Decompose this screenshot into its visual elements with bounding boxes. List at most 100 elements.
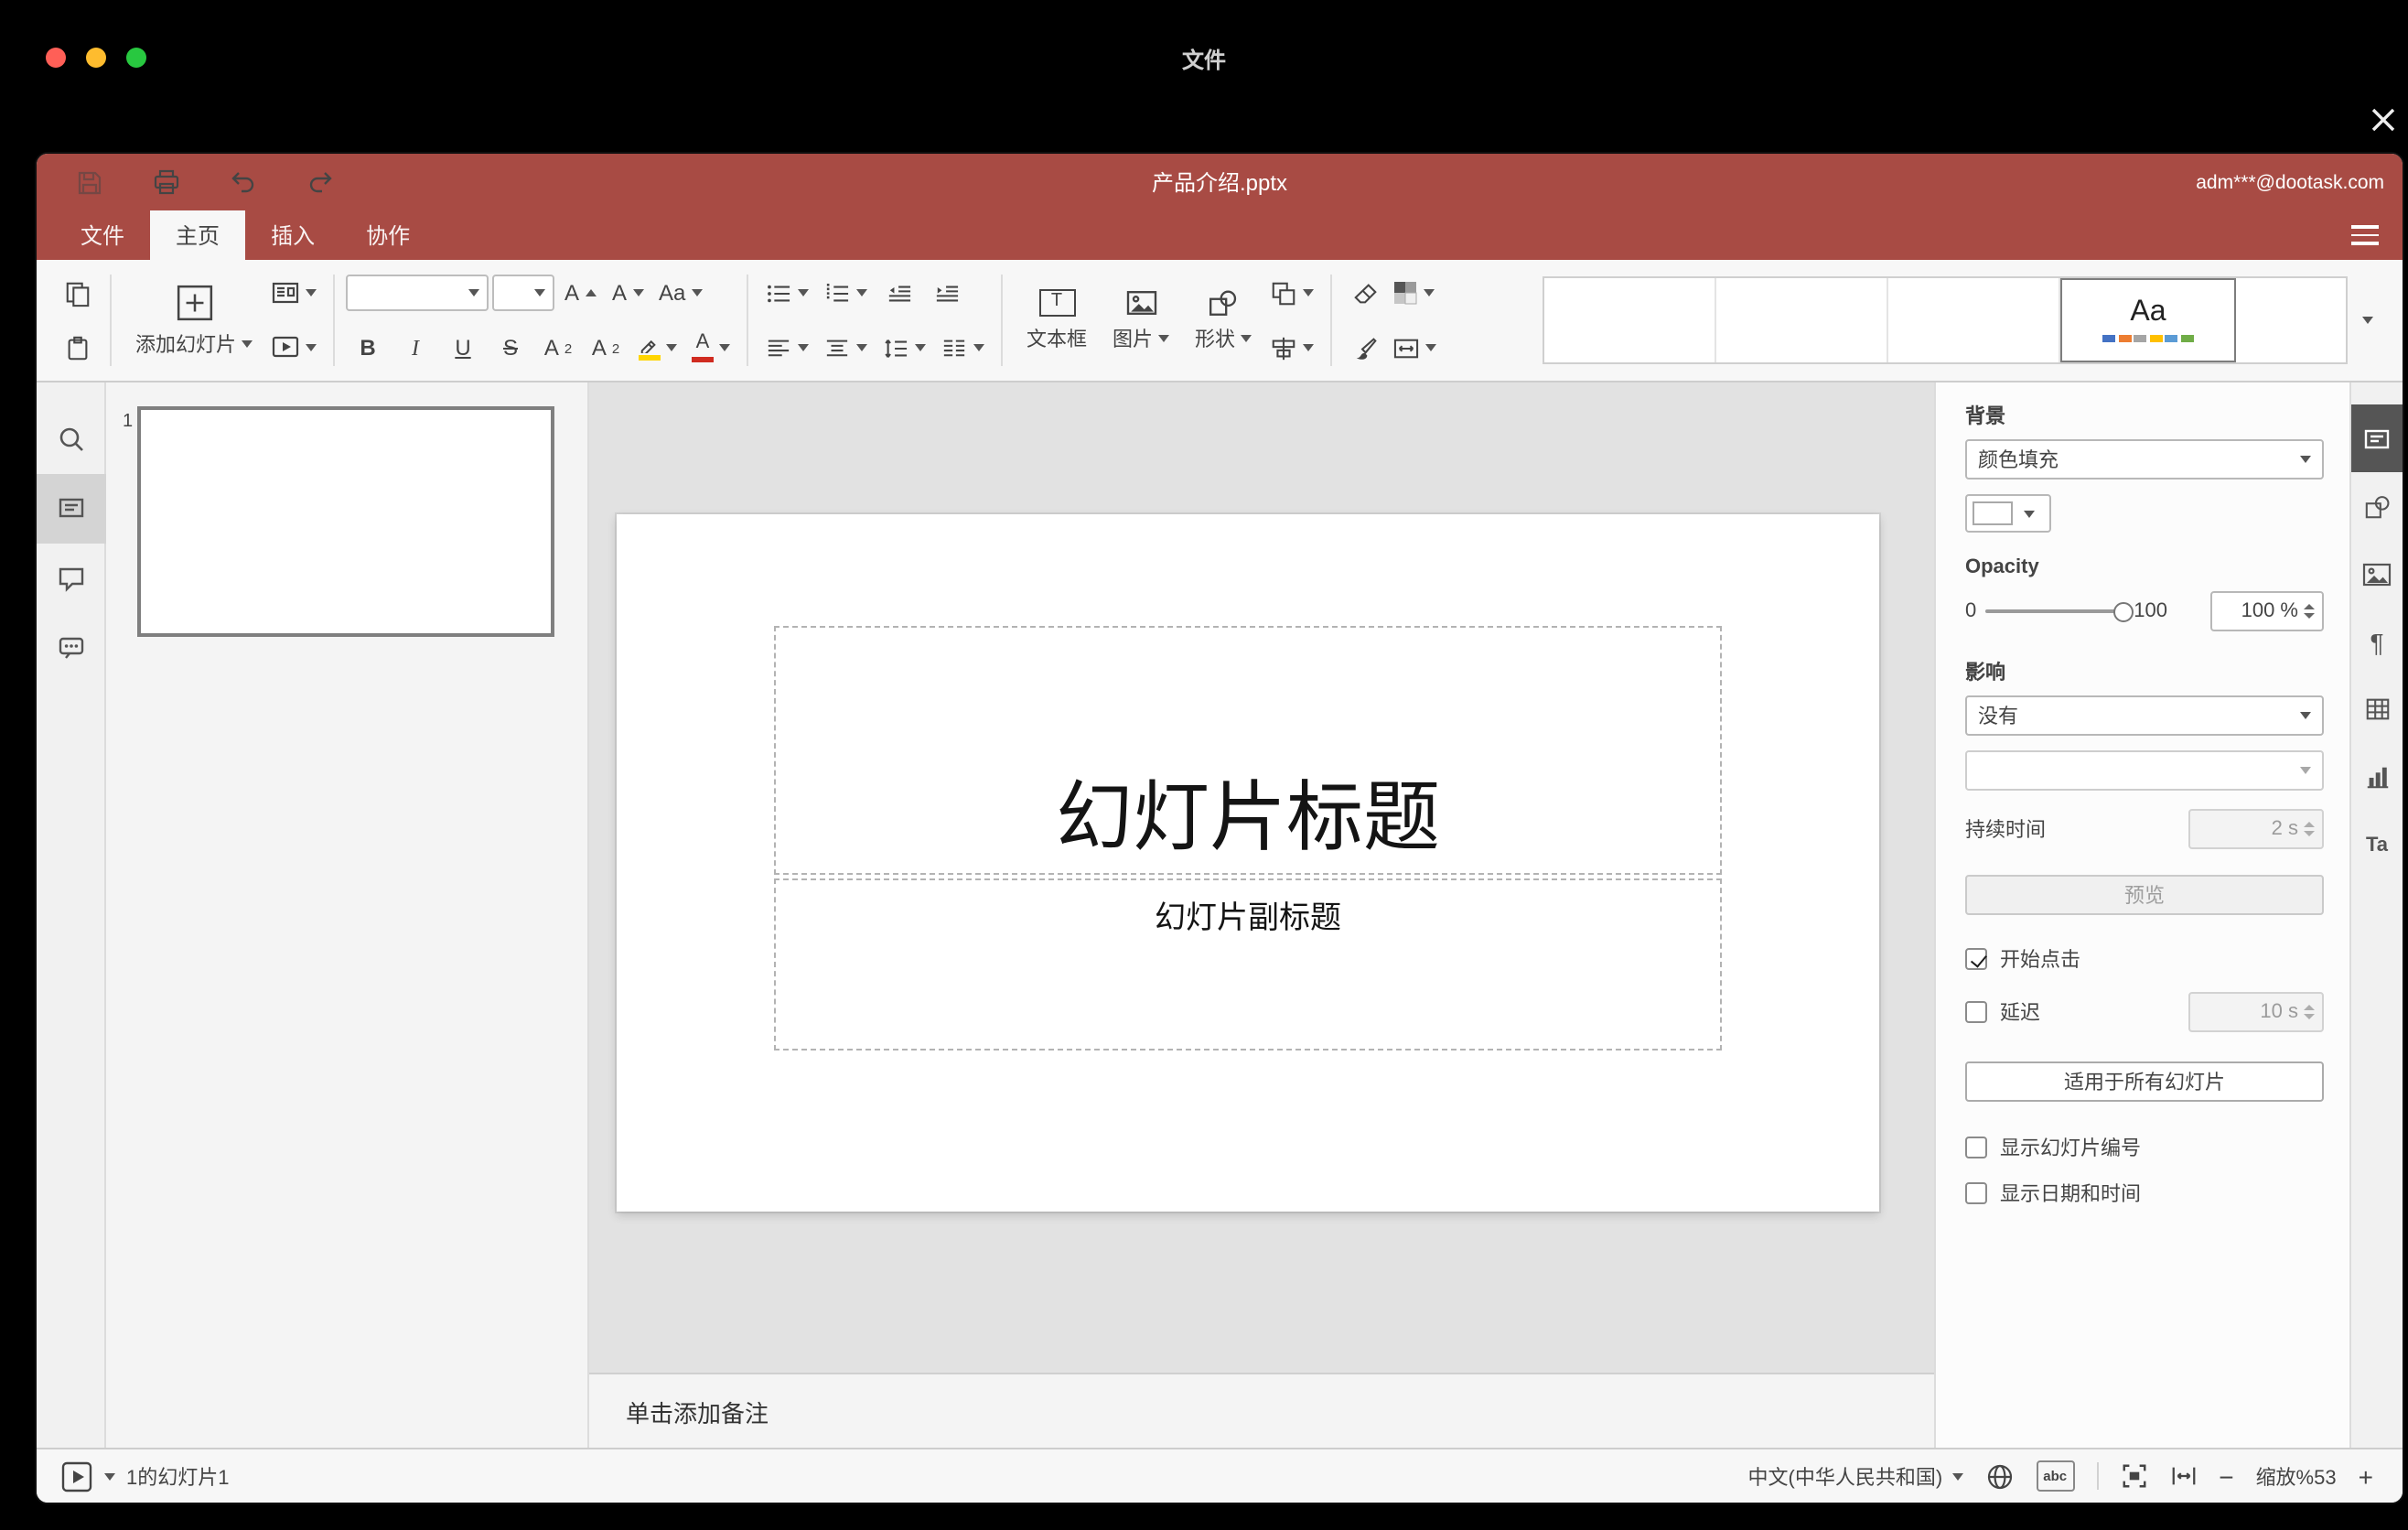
color-scheme-button[interactable]: [1387, 269, 1440, 317]
subtitle-placeholder[interactable]: 幻灯片副标题: [774, 878, 1722, 1051]
effect-select[interactable]: 没有: [1965, 695, 2324, 736]
slide-size-button[interactable]: [1387, 324, 1442, 372]
close-icon[interactable]: [2368, 104, 2399, 135]
arrange-shape-button[interactable]: [1264, 269, 1319, 317]
show-date-time-checkbox[interactable]: [1965, 1182, 1987, 1204]
italic-button[interactable]: I: [393, 324, 437, 372]
slider-knob[interactable]: [2113, 601, 2134, 621]
duration-spinner[interactable]: 2 s: [2188, 809, 2324, 849]
increase-font-size-button[interactable]: A: [558, 269, 602, 317]
table-settings-button[interactable]: [2350, 675, 2403, 743]
slide-subtitle-text[interactable]: 幻灯片副标题: [1155, 891, 1341, 937]
strikethrough-button[interactable]: S: [489, 324, 532, 372]
align-shape-button[interactable]: [1264, 324, 1319, 372]
shape-settings-button[interactable]: [2350, 472, 2403, 540]
font-color-button[interactable]: A: [686, 324, 736, 372]
undo-icon: [231, 171, 254, 192]
slide-layout-button[interactable]: [265, 269, 322, 317]
tab-file[interactable]: 文件: [55, 210, 150, 260]
comments-panel-button[interactable]: [37, 544, 105, 613]
search-button[interactable]: [37, 404, 105, 474]
tab-home[interactable]: 主页: [150, 210, 246, 260]
increase-indent-button[interactable]: [924, 269, 968, 317]
theme-item[interactable]: [1888, 278, 2060, 362]
spinner-arrows[interactable]: [2304, 821, 2315, 837]
paragraph-settings-button[interactable]: ¶: [2350, 608, 2403, 675]
bullets-button[interactable]: [759, 269, 814, 317]
slide-settings-button[interactable]: [2350, 404, 2403, 472]
delay-spinner[interactable]: 10 s: [2188, 992, 2324, 1032]
opacity-spinner[interactable]: 100 %: [2210, 591, 2324, 631]
notes-area[interactable]: 单击添加备注: [589, 1373, 1934, 1448]
redo-button[interactable]: [298, 158, 342, 206]
fit-width-button[interactable]: [2169, 1462, 2197, 1490]
subscript-button[interactable]: A2: [584, 324, 628, 372]
horizontal-align-button[interactable]: [759, 324, 814, 372]
fit-slide-button[interactable]: [2120, 1462, 2147, 1490]
apply-to-all-slides-button[interactable]: 适用于所有幻灯片: [1965, 1061, 2324, 1102]
show-slide-number-checkbox[interactable]: [1965, 1137, 1987, 1158]
menu-icon[interactable]: [2351, 210, 2379, 260]
feedback-panel-button[interactable]: [37, 613, 105, 683]
language-selector[interactable]: 中文(中华人民共和国): [1748, 1461, 1963, 1491]
change-case-button[interactable]: Aa: [653, 269, 707, 317]
add-slide-button[interactable]: 添加幻灯片: [123, 265, 265, 375]
tab-collaboration[interactable]: 协作: [340, 210, 435, 260]
superscript-button[interactable]: A2: [536, 324, 580, 372]
slides-panel-button[interactable]: [37, 474, 105, 544]
textart-settings-button[interactable]: Ta: [2350, 811, 2403, 878]
zoom-in-button[interactable]: +: [2359, 1463, 2373, 1489]
spinner-arrows[interactable]: [2304, 603, 2315, 620]
save-button[interactable]: [68, 158, 112, 206]
theme-item[interactable]: [2236, 278, 2346, 362]
tab-insert[interactable]: 插入: [245, 210, 340, 260]
numbering-button[interactable]: [818, 269, 873, 317]
fill-color-select[interactable]: [1965, 494, 2051, 533]
start-on-click-checkbox[interactable]: [1965, 948, 1987, 970]
highlight-color-button[interactable]: [631, 324, 683, 372]
opacity-slider[interactable]: [1985, 601, 2134, 621]
font-size-combobox[interactable]: [492, 275, 554, 311]
image-settings-button[interactable]: [2350, 540, 2403, 608]
chevron-down-icon: [1158, 334, 1169, 341]
slideshow-options-chevron[interactable]: [104, 1472, 115, 1480]
insert-image-button[interactable]: 图片: [1100, 265, 1182, 375]
user-account[interactable]: adm***@dootask.com: [2196, 171, 2384, 193]
spellcheck-button[interactable]: abc: [2036, 1460, 2075, 1492]
decrease-font-size-button[interactable]: A: [606, 269, 650, 317]
clear-style-button[interactable]: [1343, 269, 1387, 317]
decrease-indent-button[interactable]: [876, 269, 920, 317]
copy-style-button[interactable]: [1343, 324, 1387, 372]
title-placeholder[interactable]: 幻灯片标题: [774, 626, 1722, 875]
slide[interactable]: 幻灯片标题 幻灯片副标题: [617, 514, 1879, 1212]
fill-type-select[interactable]: 颜色填充: [1965, 439, 2324, 479]
underline-button[interactable]: U: [441, 324, 485, 372]
insert-textbox-button[interactable]: T 文本框: [1014, 265, 1100, 375]
spinner-arrows[interactable]: [2304, 1004, 2315, 1020]
vertical-align-button[interactable]: [818, 324, 873, 372]
bold-button[interactable]: B: [346, 324, 390, 372]
slide-title-text[interactable]: 幻灯片标题: [1056, 756, 1440, 867]
start-slideshow-button[interactable]: [265, 324, 322, 372]
theme-item[interactable]: [1544, 278, 1716, 362]
theme-item-selected[interactable]: Aa: [2060, 278, 2236, 362]
line-spacing-button[interactable]: [876, 324, 931, 372]
paste-button[interactable]: [55, 324, 99, 372]
copy-button[interactable]: [55, 269, 99, 317]
effect-type-select[interactable]: [1965, 750, 2324, 791]
theme-gallery-more-button[interactable]: [2348, 276, 2388, 364]
zoom-out-button[interactable]: −: [2219, 1463, 2233, 1489]
slide-thumbnail[interactable]: [137, 406, 554, 637]
chart-settings-button[interactable]: [2350, 743, 2403, 811]
font-name-combobox[interactable]: [346, 275, 489, 311]
print-button[interactable]: [145, 158, 188, 206]
slide-canvas[interactable]: 幻灯片标题 幻灯片副标题: [589, 382, 1934, 1373]
preview-button[interactable]: 预览: [1965, 875, 2324, 915]
delay-checkbox[interactable]: [1965, 1001, 1987, 1023]
undo-button[interactable]: [221, 158, 265, 206]
set-language-button[interactable]: [1984, 1461, 2014, 1491]
insert-shape-button[interactable]: 形状: [1182, 265, 1264, 375]
columns-button[interactable]: [935, 324, 990, 372]
theme-item[interactable]: [1716, 278, 1888, 362]
start-slideshow-status-button[interactable]: [60, 1460, 93, 1492]
